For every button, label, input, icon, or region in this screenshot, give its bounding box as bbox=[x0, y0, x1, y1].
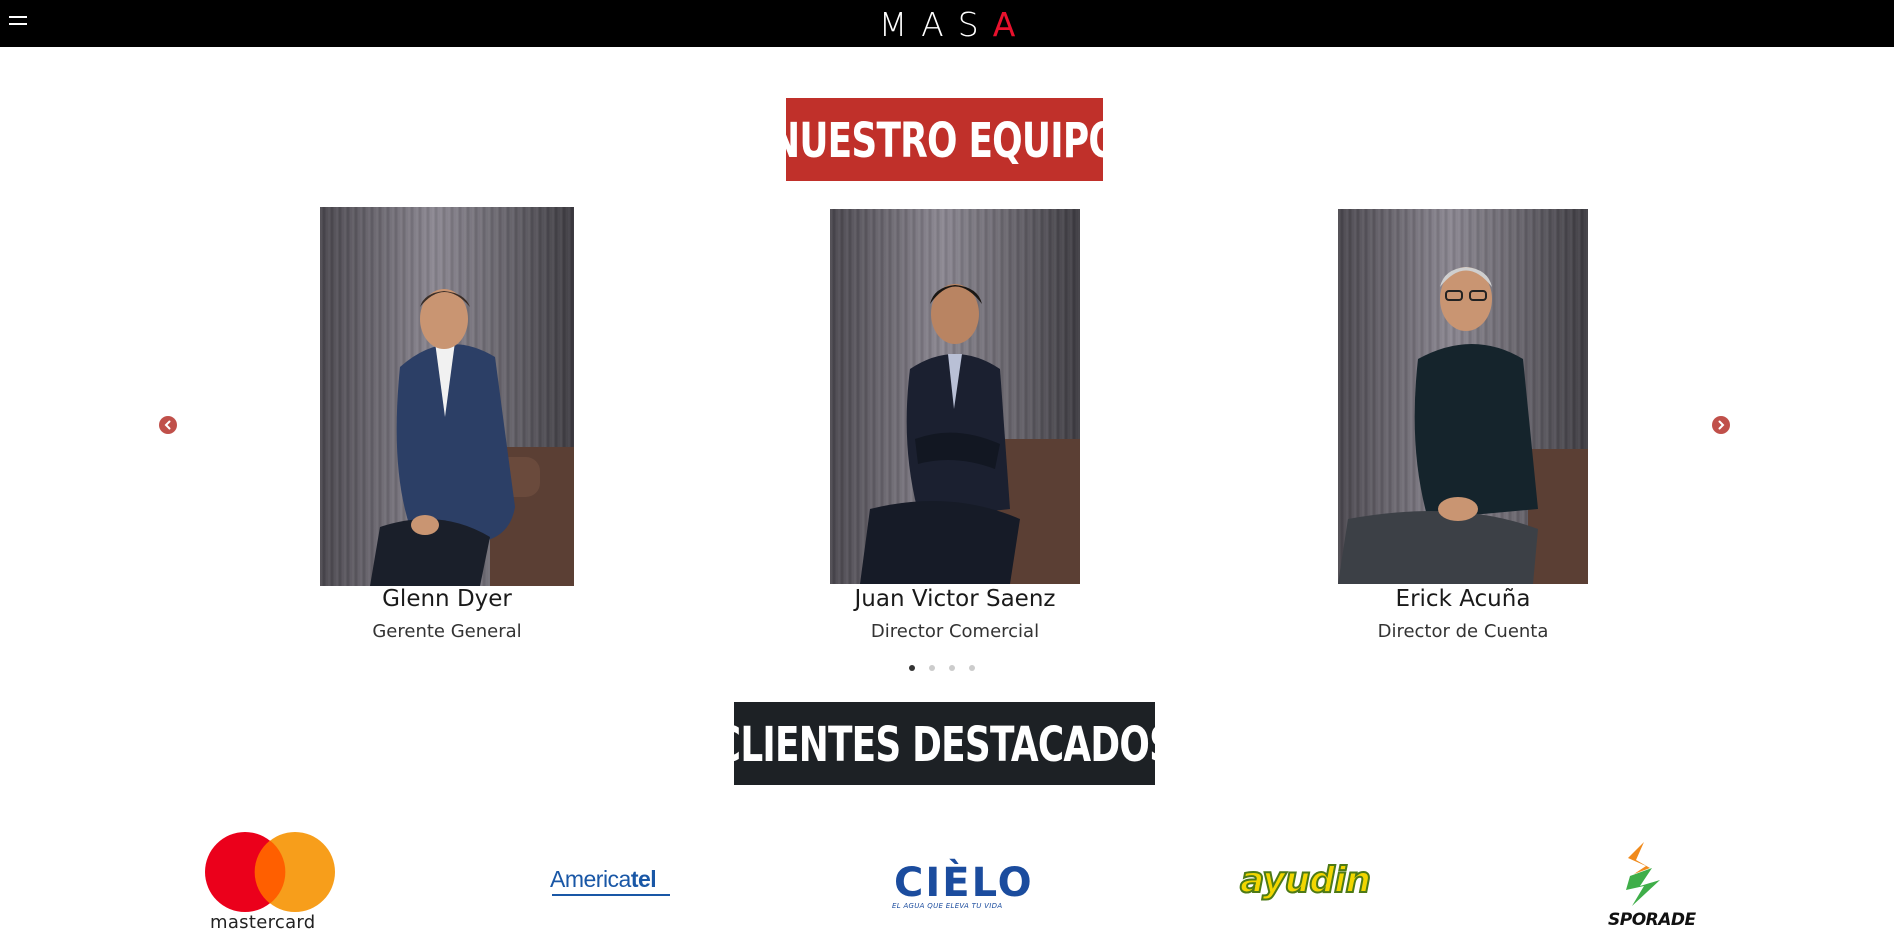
carousel-dot[interactable] bbox=[969, 665, 975, 671]
americatel-wordmark: Americatel bbox=[550, 866, 657, 893]
team-member-name: Erick Acuña bbox=[1395, 586, 1531, 612]
portrait-illustration bbox=[1338, 267, 1588, 584]
clients-title-text: CLIENTES DESTACADOS bbox=[714, 715, 1175, 772]
portrait-illustration bbox=[370, 289, 574, 586]
team-member-role: Director Comercial bbox=[870, 621, 1040, 642]
client-logo-cielo: CIÈLO EL AGUA QUE ELEVA TU VIDA bbox=[890, 852, 1032, 912]
americatel-wordmark-part-b: tel bbox=[630, 866, 657, 892]
team-member-photo bbox=[320, 207, 574, 586]
carousel-next-button[interactable] bbox=[1712, 416, 1730, 434]
cielo-wordmark: CIÈLO bbox=[894, 860, 1034, 906]
carousel-dot[interactable] bbox=[929, 665, 935, 671]
sporade-wordmark: SPORADE bbox=[1608, 910, 1696, 930]
logo-text: MAS bbox=[878, 4, 993, 44]
team-section-title: NUESTRO EQUIPO bbox=[771, 98, 1119, 181]
chevron-left-icon bbox=[164, 420, 171, 430]
team-member-name: Juan Victor Saenz bbox=[854, 586, 1056, 612]
team-member-photo bbox=[830, 209, 1080, 584]
portrait-illustration bbox=[860, 284, 1080, 584]
client-logo-mastercard: mastercard bbox=[204, 831, 336, 936]
team-member-photo bbox=[1338, 209, 1588, 584]
logo-accent-letter: A bbox=[992, 4, 1030, 44]
team-member-role: Director de Cuenta bbox=[1377, 621, 1549, 642]
team-member-role: Gerente General bbox=[372, 621, 522, 642]
americatel-underline bbox=[552, 894, 670, 896]
client-logo-americatel: Americatel bbox=[550, 866, 675, 902]
clients-section-title: CLIENTES DESTACADOS bbox=[715, 702, 1175, 785]
site-logo[interactable]: MAS A bbox=[0, 4, 1894, 44]
carousel-prev-button[interactable] bbox=[159, 416, 177, 434]
carousel-pagination bbox=[909, 665, 975, 671]
carousel-dot[interactable] bbox=[949, 665, 955, 671]
mastercard-wordmark: mastercard bbox=[210, 912, 316, 933]
carousel-dot[interactable] bbox=[909, 665, 915, 671]
cielo-tagline: EL AGUA QUE ELEVA TU VIDA bbox=[892, 902, 1003, 910]
top-navigation-bar: MAS A bbox=[0, 0, 1894, 47]
team-member-name: Glenn Dyer bbox=[382, 586, 512, 612]
ayudin-wordmark: ayudin bbox=[1239, 859, 1372, 902]
chevron-right-icon bbox=[1718, 420, 1725, 430]
team-title-text: NUESTRO EQUIPO bbox=[770, 111, 1120, 168]
client-logo-sporade: SPORADE bbox=[1606, 840, 1696, 932]
client-logo-ayudin: ayudin bbox=[1238, 858, 1372, 908]
sporade-emblem-icon bbox=[1626, 842, 1660, 906]
mastercard-circles-icon bbox=[205, 832, 335, 912]
americatel-wordmark-part-a: America bbox=[550, 866, 631, 892]
